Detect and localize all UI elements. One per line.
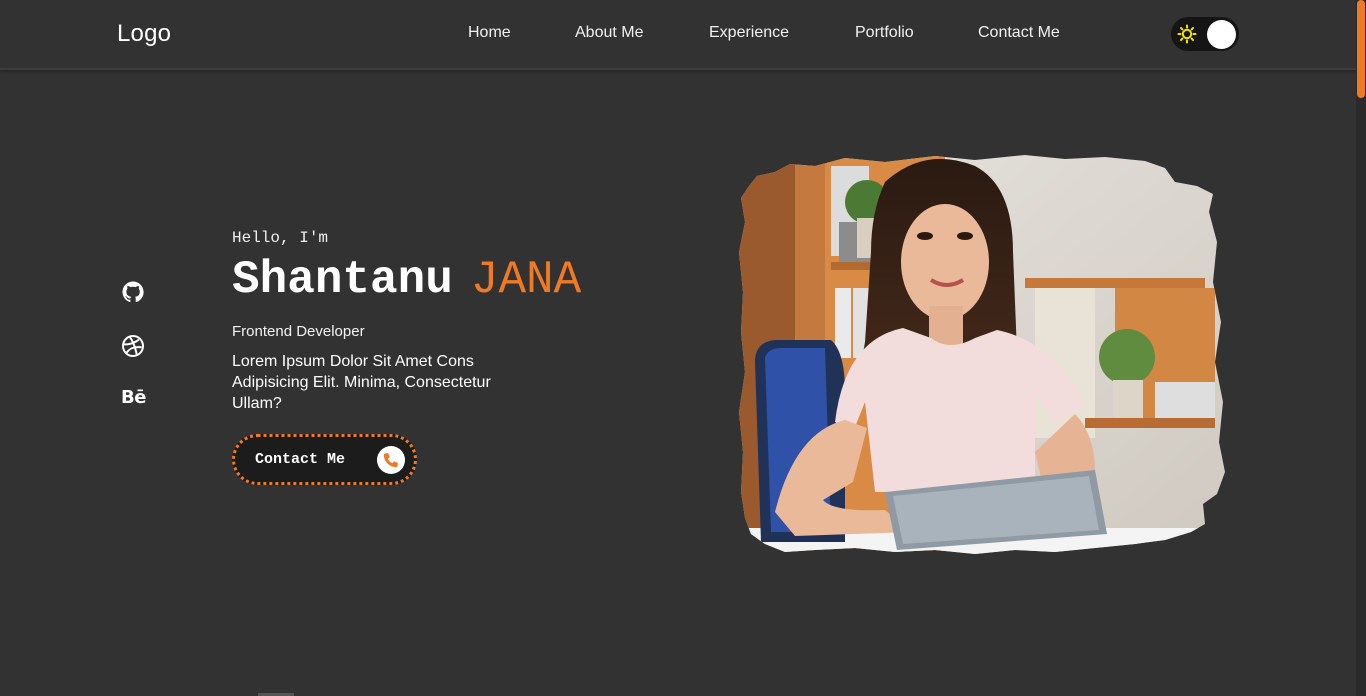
sun-icon — [1177, 24, 1197, 44]
hero-greeting: Hello, I'm — [232, 229, 329, 247]
site-logo[interactable]: Logo — [117, 20, 171, 48]
contact-me-button[interactable]: Contact Me — [232, 434, 417, 485]
hero-first-name: Shantanu — [232, 254, 453, 306]
nav-about-me[interactable]: About Me — [575, 24, 643, 42]
nav-home[interactable]: Home — [468, 24, 511, 42]
behance-icon[interactable]: Bē — [121, 386, 146, 410]
toggle-knob — [1207, 20, 1236, 49]
scrollbar-thumb[interactable] — [1357, 0, 1365, 98]
contact-me-label: Contact Me — [255, 451, 346, 468]
theme-toggle[interactable] — [1171, 17, 1239, 51]
hero-role: Frontend Developer — [232, 323, 365, 340]
site-header: Logo Home About Me Experience Portfolio … — [0, 0, 1356, 70]
phone-icon — [377, 446, 405, 474]
github-icon[interactable] — [121, 280, 145, 304]
nav-experience[interactable]: Experience — [709, 24, 789, 42]
hero-name: Shantanu JANA — [232, 254, 581, 306]
dribbble-icon[interactable] — [121, 334, 145, 358]
hero-photo — [739, 155, 1225, 554]
hero-last-name: JANA — [470, 254, 582, 306]
nav-contact-me[interactable]: Contact Me — [978, 24, 1060, 42]
hero-description: Lorem Ipsum Dolor Sit Amet Cons Adipisic… — [232, 353, 491, 412]
page-scrollbar[interactable] — [1356, 0, 1366, 696]
nav-portfolio[interactable]: Portfolio — [855, 24, 914, 42]
office-photo — [739, 155, 1225, 554]
